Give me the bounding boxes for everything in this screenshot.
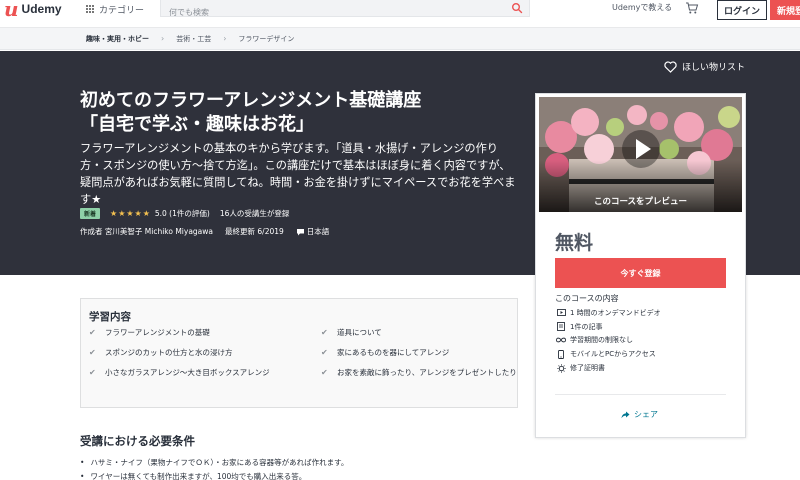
signup-button[interactable]: 新規登録 xyxy=(770,0,800,20)
cart-icon[interactable] xyxy=(685,1,699,15)
learn-item-text: 小さなガラスアレンジ～大き目ボックスアレンジ xyxy=(105,368,270,377)
last-updated: 最終更新 6/2019 xyxy=(225,227,284,236)
breadcrumb-item-arts[interactable]: 芸術・工芸 xyxy=(176,34,211,44)
includes-title: このコースの内容 xyxy=(555,294,619,303)
includes-list: 1 時間のオンデマンドビデオ 1件の記事 学習期間の制限なし モバイルとPCから… xyxy=(555,306,661,375)
check-icon: ✔ xyxy=(89,348,96,357)
includes-item-text: 学習期間の制限なし xyxy=(570,336,633,345)
share-button[interactable]: シェア xyxy=(621,409,658,420)
enroll-button[interactable]: 今すぐ登録 xyxy=(555,258,726,288)
includes-item: 学習期間の制限なし xyxy=(555,334,661,348)
check-icon: ✔ xyxy=(321,368,328,377)
includes-item-text: モバイルとPCからアクセス xyxy=(570,350,656,359)
includes-item: モバイルとPCからアクセス xyxy=(555,347,661,361)
course-title-line1: 初めてのフラワーアレンジメント基礎講座 xyxy=(80,90,422,111)
breadcrumb-item-flower-design[interactable]: フラワーデザイン xyxy=(238,34,294,44)
learn-item-text: 家にあるものを器にしてアレンジ xyxy=(337,348,450,357)
wishlist-button[interactable]: ほしい物リスト xyxy=(664,60,745,73)
course-subtitle: フラワーアレンジメントの基本のキから学びます。「道具・水揚げ・アレンジの作り方・… xyxy=(80,142,516,206)
learn-item: ✔ 家にあるものを器にしてアレンジ xyxy=(321,347,531,358)
new-badge: 新着 xyxy=(80,208,101,219)
udemy-logo-mark: u xyxy=(4,0,19,21)
learn-item: ✔ お家を素敵に飾ったり、アレンジをプレゼントしたり xyxy=(321,367,531,378)
certificate-icon xyxy=(555,363,567,373)
categories-menu[interactable]: カテゴリー xyxy=(86,2,144,16)
top-navbar: u Udemy カテゴリー Udemyで教える ログイン 新規登録 xyxy=(0,0,800,28)
course-stats: 新着 ★★★★★ 5.0 (1件の評価) 16人の受講生が登録 xyxy=(80,208,289,219)
udemy-logo-text: Udemy xyxy=(21,2,62,16)
breadcrumb-separator: › xyxy=(161,34,165,43)
card-divider xyxy=(555,394,726,395)
purchase-card: このコースをプレビュー 無料 今すぐ登録 このコースの内容 1 時間のオンデマン… xyxy=(535,93,746,438)
learn-item-text: スポンジのカットの仕方と水の浸け方 xyxy=(105,348,233,357)
what-you-will-learn: 学習内容 ✔ フラワーアレンジメントの基礎 ✔ スポンジのカットの仕方と水の浸け方 … xyxy=(80,298,518,408)
includes-item-text: 1件の記事 xyxy=(570,322,603,331)
requirement-item: ワイヤーは無くても制作出来ますが、100均でも購入出来る答。 xyxy=(80,470,348,480)
course-meta: 作成者 宮川美智子 Michiko Miyagawa 最終更新 6/2019 日… xyxy=(80,226,329,237)
learn-list-left: ✔ フラワーアレンジメントの基礎 ✔ スポンジのカットの仕方と水の浸け方 ✔ 小さなガ… xyxy=(89,327,299,387)
check-icon: ✔ xyxy=(89,328,96,337)
requirements-list: ハサミ・ナイフ（果物ナイフでＯＫ）・お家にある容器等があれば作れます。 ワイヤー… xyxy=(80,456,348,480)
students-count: 16人の受講生が登録 xyxy=(219,209,290,218)
breadcrumb: 趣味・実用・ホビー › 芸術・工芸 › フラワーデザイン xyxy=(0,28,800,50)
video-icon xyxy=(555,308,567,317)
learn-item: ✔ フラワーアレンジメントの基礎 xyxy=(89,327,299,338)
language-text: 日本語 xyxy=(306,227,330,236)
search-bar xyxy=(160,0,530,20)
search-icon[interactable] xyxy=(511,2,523,14)
rating-text[interactable]: 5.0 (1件の評価) xyxy=(155,208,210,219)
preview-label: このコースをプレビュー xyxy=(593,197,688,207)
language-info: 日本語 xyxy=(296,226,330,237)
includes-item-text: 修了証明書 xyxy=(570,364,605,373)
includes-item: 1 時間のオンデマンドビデオ xyxy=(555,306,661,320)
course-preview[interactable]: このコースをプレビュー xyxy=(539,97,742,212)
rating-stars-icon: ★★★★★ xyxy=(110,209,151,218)
includes-item: 修了証明書 xyxy=(555,361,661,375)
search-input[interactable] xyxy=(161,5,491,20)
check-icon: ✔ xyxy=(89,368,96,377)
learn-item: ✔ スポンジのカットの仕方と水の浸け方 xyxy=(89,347,299,358)
share-label: シェア xyxy=(634,410,658,419)
learn-item-text: フラワーアレンジメントの基礎 xyxy=(105,328,210,337)
speech-bubble-icon xyxy=(296,228,304,235)
learn-list-right: ✔ 道具について ✔ 家にあるものを器にしてアレンジ ✔ お家を素敵に飾ったり、アレン… xyxy=(321,327,531,387)
teach-link[interactable]: Udemyで教える xyxy=(612,2,672,13)
learn-item-text: 道具について xyxy=(337,328,382,337)
login-button[interactable]: ログイン xyxy=(717,0,767,20)
categories-label: カテゴリー xyxy=(99,5,145,16)
author-text[interactable]: 作成者 宮川美智子 Michiko Miyagawa xyxy=(80,226,213,237)
breadcrumb-item-hobby[interactable]: 趣味・実用・ホビー xyxy=(86,34,149,44)
check-icon: ✔ xyxy=(321,348,328,357)
share-icon xyxy=(621,411,630,418)
article-icon xyxy=(555,322,567,332)
wishlist-label: ほしい物リスト xyxy=(682,63,746,73)
grid-icon xyxy=(86,5,94,13)
requirements-title: 受講における必要条件 xyxy=(80,434,195,448)
play-icon[interactable] xyxy=(621,129,661,169)
includes-item: 1件の記事 xyxy=(555,320,661,334)
requirement-item: ハサミ・ナイフ（果物ナイフでＯＫ）・お家にある容器等があれば作れます。 xyxy=(80,456,348,470)
learn-item-text: お家を素敵に飾ったり、アレンジをプレゼントしたり xyxy=(337,368,517,377)
check-icon: ✔ xyxy=(321,328,328,337)
breadcrumb-separator: › xyxy=(223,34,227,43)
course-title: 初めてのフラワーアレンジメント基礎講座 「自宅で学ぶ・趣味はお花」 xyxy=(80,89,520,137)
udemy-logo[interactable]: u Udemy xyxy=(4,0,62,21)
includes-item-text: 1 時間のオンデマンドビデオ xyxy=(570,308,661,317)
learn-title: 学習内容 xyxy=(89,311,131,323)
price-text: 無料 xyxy=(555,232,594,254)
heart-icon xyxy=(664,60,677,73)
mobile-icon xyxy=(555,349,567,359)
learn-item: ✔ 道具について xyxy=(321,327,531,338)
learn-item: ✔ 小さなガラスアレンジ～大き目ボックスアレンジ xyxy=(89,367,299,378)
course-title-line2: 「自宅で学ぶ・趣味はお花」 xyxy=(80,114,314,135)
infinity-icon xyxy=(555,337,567,343)
